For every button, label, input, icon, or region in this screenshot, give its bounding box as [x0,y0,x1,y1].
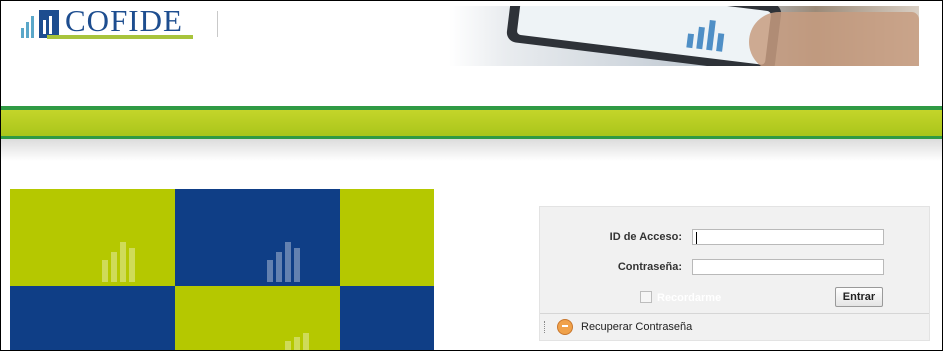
tablet-illustration [505,6,783,66]
password-label: Contraseña: [617,261,682,273]
key-icon [557,319,573,335]
mosaic-tile-blue [175,189,340,286]
recover-password-row[interactable]: Recuperar Contraseña [540,315,929,339]
grip-icon [544,321,548,333]
mosaic-tile-green [10,189,175,286]
remember-checkbox[interactable] [640,291,652,303]
hand-illustration [749,12,919,66]
id-label: ID de Acceso: [609,231,682,243]
green-banner [1,110,942,136]
mosaic-tile-green [175,286,340,350]
id-input[interactable] [692,229,884,245]
login-panel: ID de Acceso: Contraseña: Recordarme Ent… [539,206,930,341]
recover-password-link[interactable]: Recuperar Contraseña [581,321,692,333]
mosaic-tile-green [340,189,434,286]
logo-text: COFIDE [65,3,183,38]
panel-separator [540,313,929,314]
page-frame: COFIDE ID de Acceso: Contraseña: Recorda… [0,0,943,351]
login-button[interactable]: Entrar [835,287,883,307]
logo-underline [47,35,193,39]
band-shadow [1,139,942,161]
mosaic-tile-blue [10,286,175,350]
password-input[interactable] [692,259,884,275]
header-divider [217,11,218,37]
remember-label[interactable]: Recordarme [657,292,721,304]
hero-tablet-image [449,6,919,66]
text-caret [696,232,697,244]
mosaic-tile-blue [340,286,434,350]
mosaic-graphic [10,189,434,350]
